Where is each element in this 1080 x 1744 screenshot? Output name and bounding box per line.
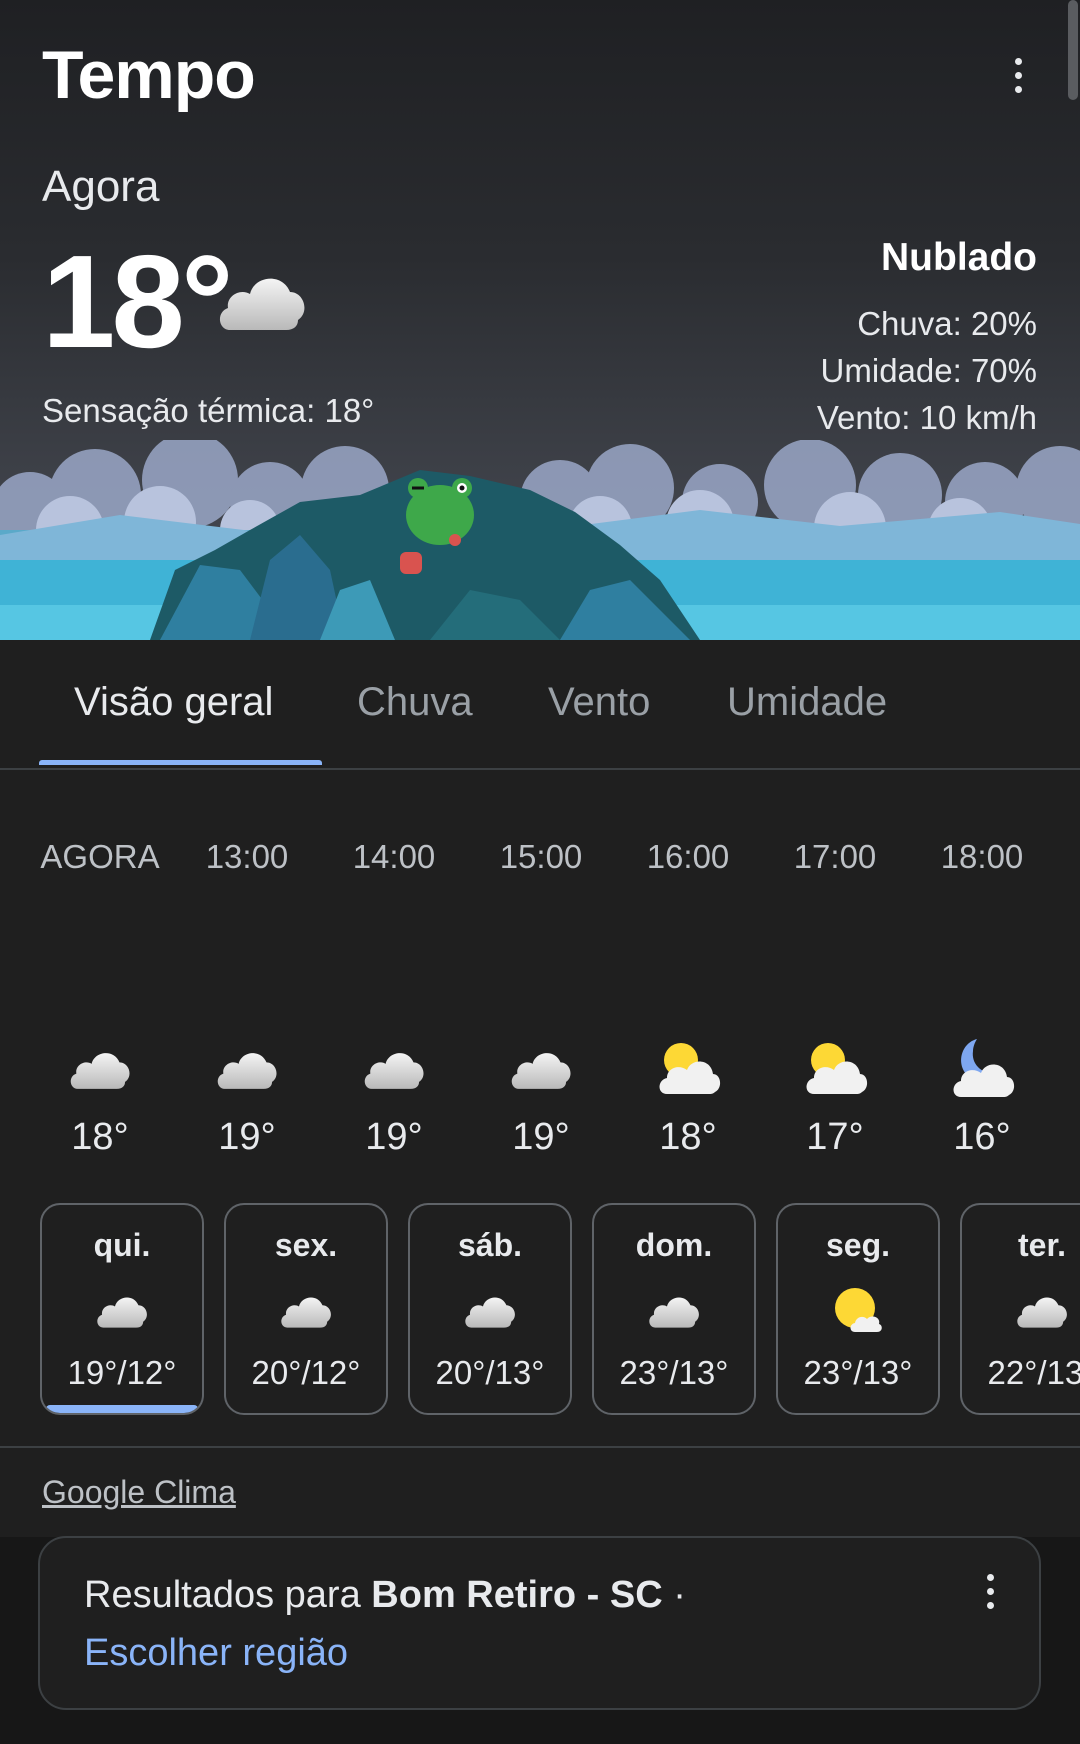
cloud-icon bbox=[226, 1282, 386, 1338]
hour-temp: 19° bbox=[365, 1116, 423, 1158]
weather-illustration bbox=[0, 440, 1080, 640]
day-name: qui. bbox=[93, 1227, 151, 1263]
rain-chance: Chuva: 20% bbox=[857, 305, 1037, 342]
hourly-item: AGORA 18° bbox=[30, 838, 170, 1159]
tab-chuva[interactable]: Chuva bbox=[357, 680, 473, 725]
hourly-item: 13:00 19° bbox=[177, 838, 317, 1159]
hour-time: 17:00 bbox=[793, 838, 877, 875]
day-range: 19°/12° bbox=[67, 1354, 177, 1391]
humidity-value: Umidade: 70% bbox=[820, 352, 1037, 389]
day-range: 23°/13° bbox=[803, 1354, 913, 1391]
cloud-icon bbox=[962, 1282, 1080, 1338]
tab-vento[interactable]: Vento bbox=[548, 680, 650, 725]
tab-visao-geral[interactable]: Visão geral bbox=[74, 680, 273, 725]
daily-item[interactable]: sáb. 20°/13° bbox=[408, 1203, 572, 1415]
hourly-item: 15:00 19° bbox=[471, 838, 611, 1159]
daily-item[interactable]: seg. 23°/13° bbox=[776, 1203, 940, 1415]
hour-temp: 18° bbox=[659, 1116, 717, 1158]
google-clima-link[interactable]: Google Clima bbox=[42, 1474, 236, 1511]
results-card: Resultados para Bom Retiro - SC · Escolh… bbox=[38, 1536, 1041, 1710]
hour-time: AGORA bbox=[40, 838, 160, 875]
hour-time: 13:00 bbox=[205, 838, 289, 875]
hourly-item: 17:00 17° bbox=[765, 838, 905, 1159]
day-range: 20°/12° bbox=[251, 1354, 361, 1391]
hour-time: 14:00 bbox=[352, 838, 436, 875]
day-range: 22°/13° bbox=[987, 1354, 1080, 1391]
daily-item[interactable]: sex. 20°/12° bbox=[224, 1203, 388, 1415]
results-prefix: Resultados para bbox=[84, 1574, 372, 1616]
partly-cloudy-night-icon bbox=[912, 1028, 1052, 1108]
feels-like: Sensação térmica: 18° bbox=[42, 392, 375, 429]
mostly-sunny-icon bbox=[778, 1282, 938, 1338]
choose-region-link[interactable]: Escolher região bbox=[84, 1632, 348, 1675]
cloud-icon bbox=[177, 1028, 317, 1108]
results-location: Bom Retiro - SC bbox=[371, 1574, 663, 1616]
partly-sunny-icon bbox=[765, 1028, 905, 1108]
hour-temp: 19° bbox=[512, 1116, 570, 1158]
day-name: ter. bbox=[1017, 1227, 1067, 1263]
app-title: Tempo bbox=[42, 37, 256, 113]
cloud-icon bbox=[42, 1282, 202, 1338]
hour-temp: 19° bbox=[218, 1116, 276, 1158]
hour-time: 18:00 bbox=[940, 838, 1024, 875]
daily-item[interactable]: dom. 23°/13° bbox=[592, 1203, 756, 1415]
current-temperature: 18° bbox=[42, 228, 234, 375]
results-separator: · bbox=[662, 1574, 686, 1616]
tab-bar: Visão geral Chuva Vento Umidade bbox=[0, 640, 1080, 770]
current-conditions: Nublado Chuva: 20% Umidade: 70% Vento: 1… bbox=[817, 236, 1037, 441]
hourly-item: 16:00 18° bbox=[618, 838, 758, 1159]
scrollbar[interactable] bbox=[1068, 0, 1078, 100]
active-tab-indicator bbox=[39, 760, 322, 765]
hour-time: 15:00 bbox=[499, 838, 583, 875]
now-label: Agora bbox=[42, 162, 160, 211]
daily-item[interactable]: ter. 22°/13° bbox=[960, 1203, 1080, 1415]
hour-temp: 17° bbox=[806, 1116, 864, 1158]
day-range: 20°/13° bbox=[435, 1354, 545, 1391]
day-name: seg. bbox=[825, 1227, 891, 1263]
more-vert-icon[interactable] bbox=[980, 1574, 1000, 1614]
section-divider bbox=[0, 1446, 1080, 1448]
cloud-icon bbox=[324, 1028, 464, 1108]
day-name: sáb. bbox=[457, 1227, 523, 1263]
weather-hero: Tempo Agora 18° Sensação térmica: 18° Nu… bbox=[0, 0, 1080, 640]
hourly-item: 14:00 19° bbox=[324, 838, 464, 1159]
daily-item[interactable]: qui. 19°/12° bbox=[40, 1203, 204, 1415]
condition-label: Nublado bbox=[881, 236, 1037, 279]
cloud-icon bbox=[410, 1282, 570, 1338]
hourly-item: 18:00 16° bbox=[912, 838, 1052, 1159]
day-range: 23°/13° bbox=[619, 1354, 729, 1391]
hour-temp: 16° bbox=[953, 1116, 1011, 1158]
day-name: dom. bbox=[635, 1227, 713, 1263]
hour-temp: 18° bbox=[71, 1116, 129, 1158]
cloud-icon bbox=[471, 1028, 611, 1108]
day-name: sex. bbox=[274, 1227, 338, 1263]
results-location-line: Resultados para Bom Retiro - SC · bbox=[84, 1574, 686, 1617]
cloud-icon bbox=[30, 1028, 170, 1108]
tab-umidade[interactable]: Umidade bbox=[727, 680, 887, 725]
partly-sunny-icon bbox=[618, 1028, 758, 1108]
selected-day-indicator bbox=[46, 1405, 198, 1413]
more-vert-icon[interactable] bbox=[1008, 58, 1028, 98]
cloud-icon bbox=[219, 278, 305, 330]
wind-value: Vento: 10 km/h bbox=[816, 399, 1037, 436]
hour-time: 16:00 bbox=[646, 838, 730, 875]
cloud-icon bbox=[594, 1282, 754, 1338]
